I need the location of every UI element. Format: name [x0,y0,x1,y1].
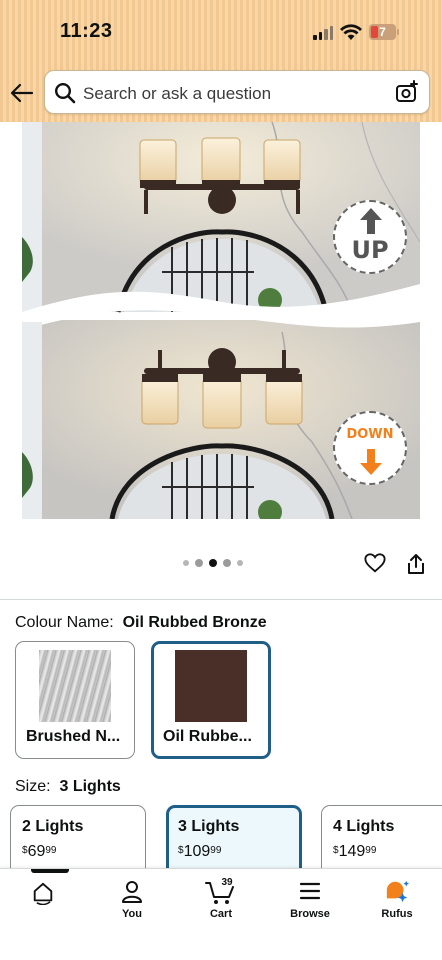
nav-you[interactable]: You [97,869,167,929]
size-selected: 3 Lights [59,778,121,795]
size-option-price: $14999 [333,843,377,860]
cart-count: 39 [221,877,233,888]
up-badge: UP [333,200,407,274]
carousel-dot[interactable] [223,559,231,567]
colour-label: Colour Name: [15,614,114,631]
section-divider [0,599,442,600]
size-label: Size: [15,778,51,795]
size-option-label: 4 Lights [333,818,395,835]
carousel-dot[interactable] [195,559,203,567]
active-indicator [31,869,69,873]
product-gallery[interactable]: UP DOWN [0,122,442,522]
nav-cart-label: Cart [209,908,232,920]
size-option-label: 3 Lights [178,818,240,835]
colour-option-oil-rubbed-bronze[interactable]: Oil Rubbe... [151,641,271,759]
status-time: 11:23 [60,20,113,42]
header: 11:23 7 Search or ask a question [0,0,442,122]
carousel-dots[interactable] [183,559,243,567]
nav-browse[interactable]: Browse [275,869,345,929]
colour-name-row: Colour Name: Oil Rubbed Bronze [15,614,267,632]
size-option-label: 2 Lights [22,818,84,835]
colour-option-label: Brushed N... [26,728,121,745]
wifi-icon [340,24,362,40]
camera-icon[interactable] [395,80,419,104]
nav-cart[interactable]: 39 Cart [186,869,256,929]
down-badge: DOWN [333,411,407,485]
person-icon [122,881,142,903]
product-image[interactable]: UP DOWN [22,122,420,519]
arrow-down-icon [360,449,382,475]
battery-icon: 7 [369,24,399,40]
carousel-dot[interactable] [183,560,189,566]
battery-level: 7 [379,25,386,39]
down-label: DOWN [346,427,394,442]
status-bar: 11:23 7 [0,0,442,62]
search-input[interactable]: Search or ask a question [83,84,271,104]
carousel-dot-active[interactable] [209,559,217,567]
size-row: Size: 3 Lights [15,778,121,796]
nav-browse-label: Browse [290,908,330,920]
colour-option-brushed-nickel[interactable]: Brushed N... [15,641,135,759]
size-option-price: $6999 [22,843,57,860]
colour-swatch-image [175,650,247,722]
search-bar[interactable]: Search or ask a question [44,70,430,114]
colour-selected: Oil Rubbed Bronze [122,614,267,631]
nav-rufus[interactable]: Rufus [362,869,432,929]
size-option-price: $10999 [178,843,222,860]
bottom-nav: You 39 Cart Browse Rufus [0,868,442,960]
home-icon [33,882,53,905]
arrow-up-icon [360,208,382,234]
rufus-icon [386,880,409,903]
up-label: UP [351,236,389,264]
colour-option-label: Oil Rubbe... [163,728,252,745]
nav-home[interactable] [8,869,78,929]
share-icon[interactable] [406,553,426,575]
menu-icon [299,882,321,900]
carousel-dot[interactable] [237,560,243,566]
colour-swatch-image [39,650,111,722]
signal-icon [313,26,333,40]
nav-you-label: You [122,908,142,920]
search-icon [54,82,76,104]
back-arrow-icon[interactable] [9,80,35,106]
nav-rufus-label: Rufus [381,908,413,920]
heart-icon[interactable] [364,552,386,574]
